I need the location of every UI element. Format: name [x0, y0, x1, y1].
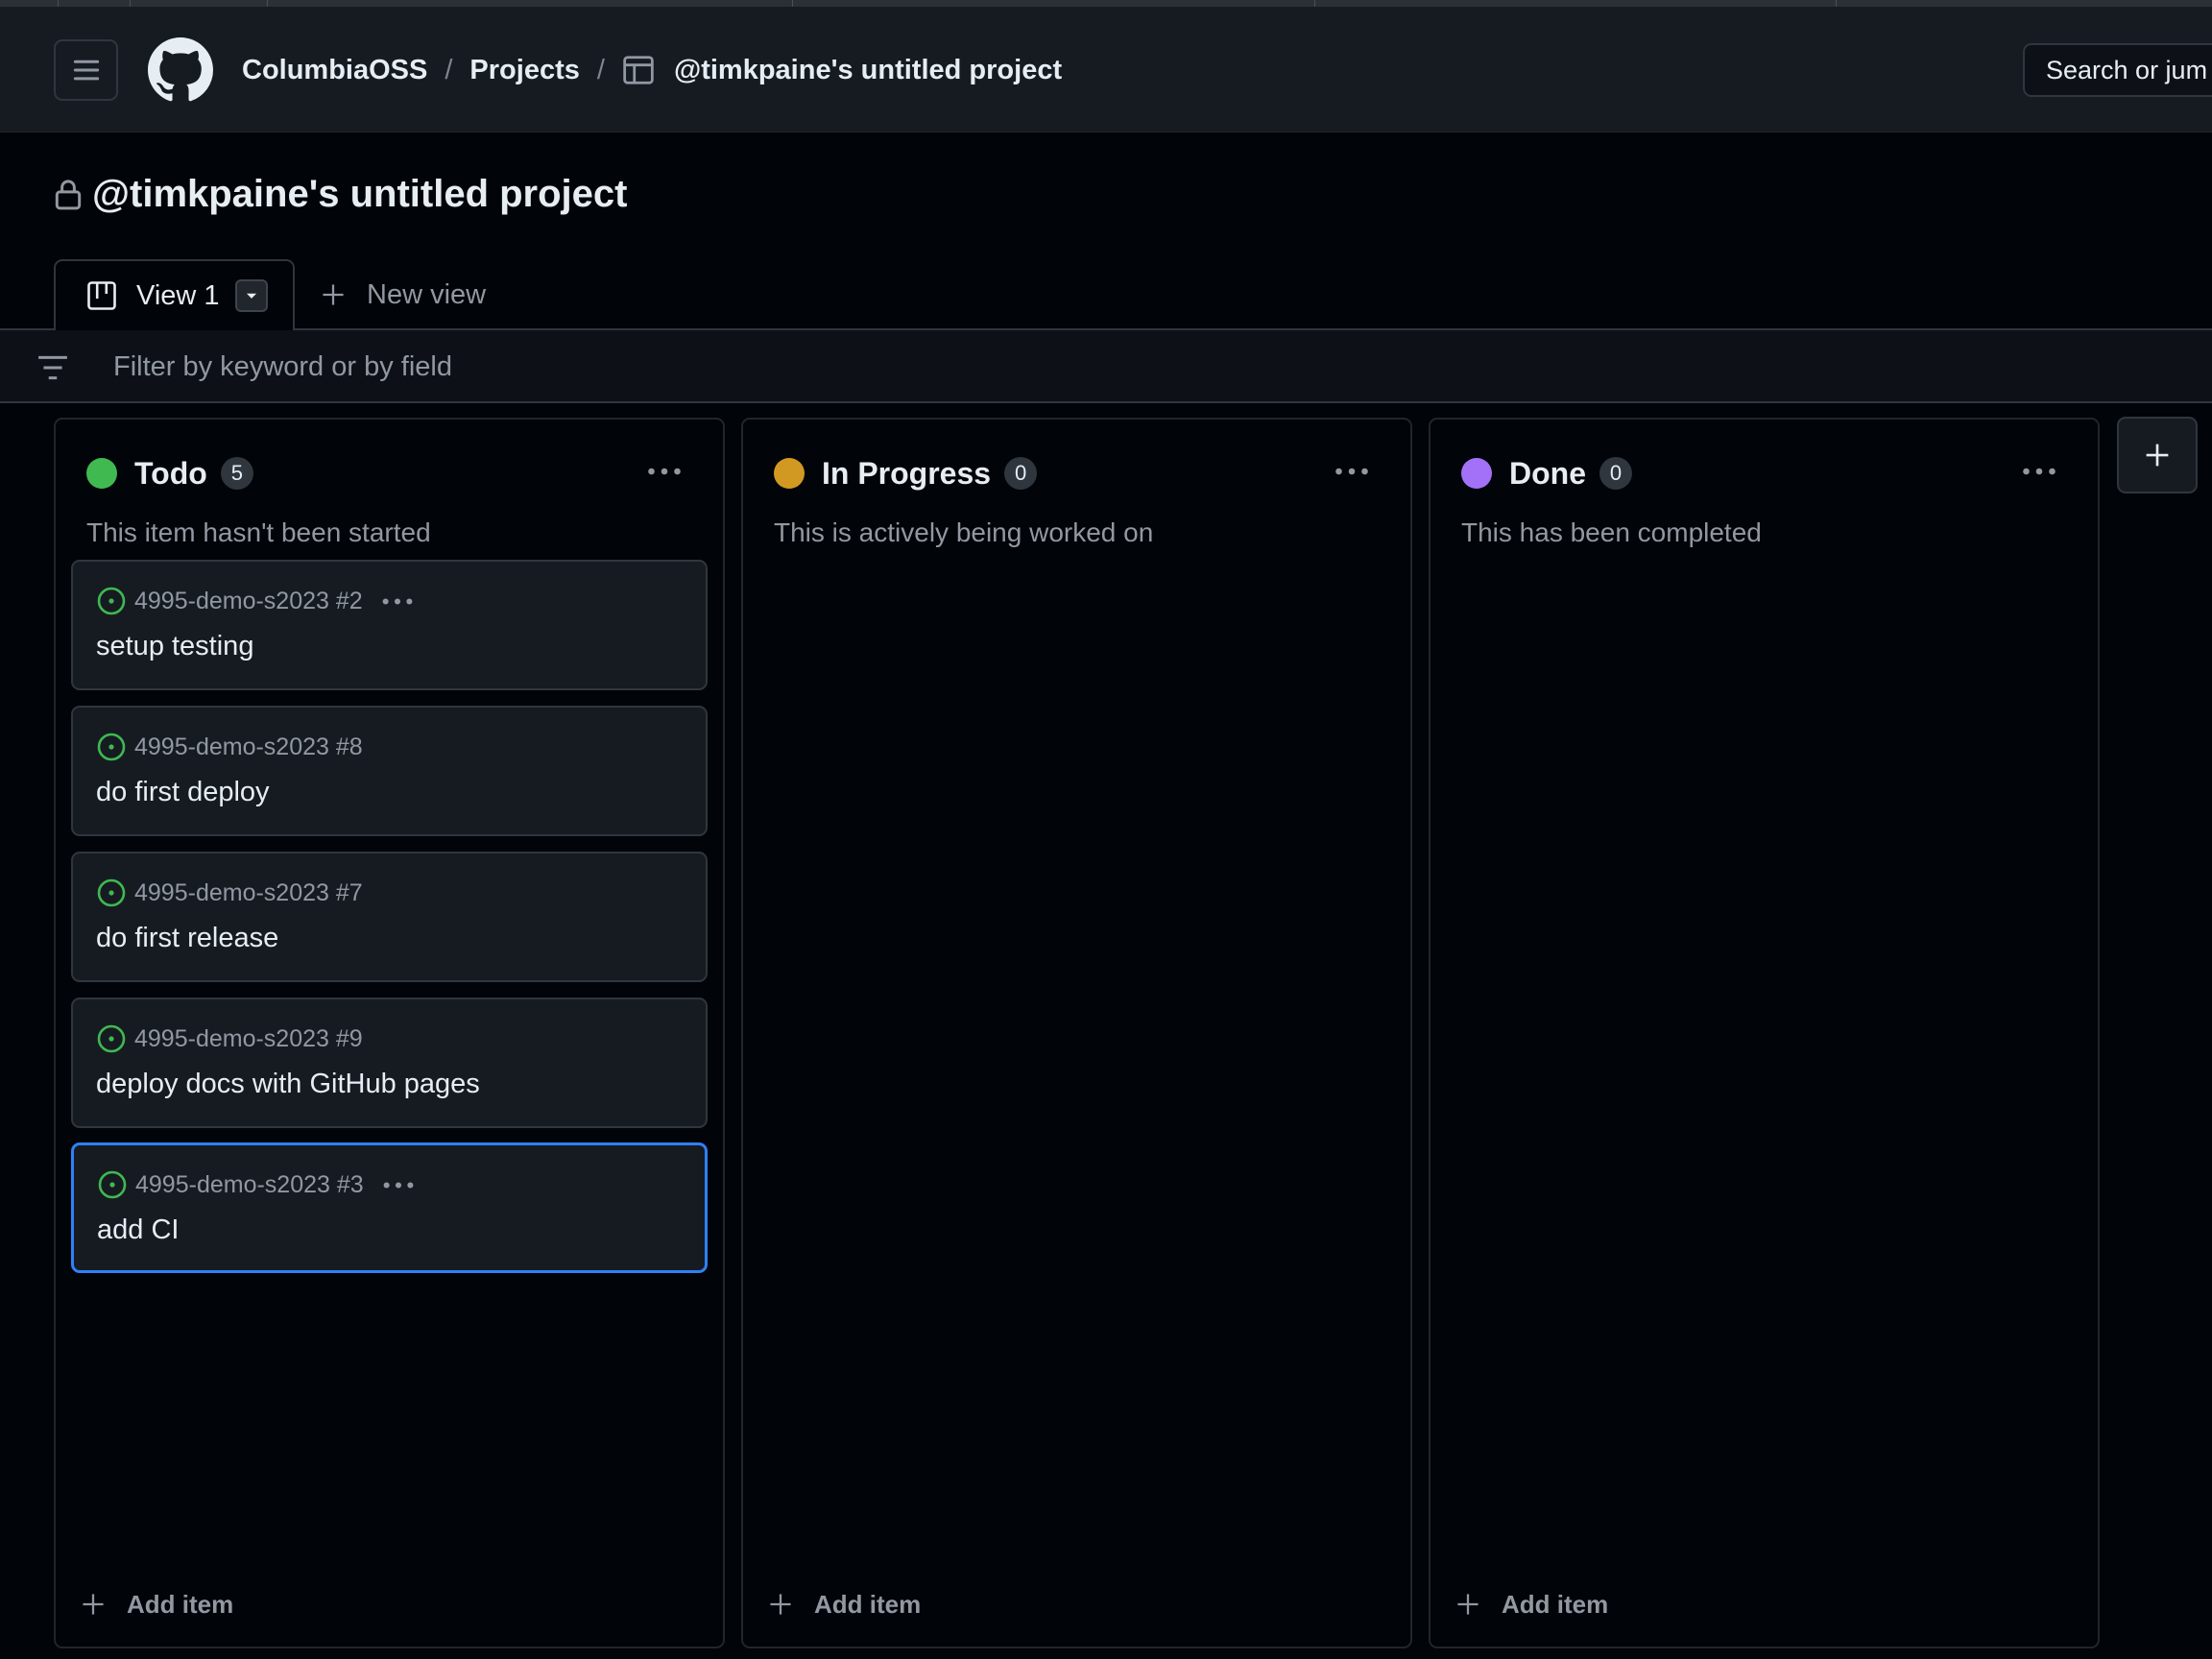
- lock-icon: [55, 180, 82, 210]
- column-description: This has been completed: [1461, 517, 1762, 547]
- project-title-text[interactable]: @timkpaine's untitled project: [92, 173, 627, 216]
- new-view-label: New view: [367, 278, 487, 310]
- search-button[interactable]: Search or jum: [2023, 43, 2212, 97]
- card-repo-ref[interactable]: 4995-demo-s2023 #3: [135, 1171, 364, 1199]
- card-title[interactable]: add CI: [97, 1214, 179, 1246]
- column-done: Done 0 This has been completed Add item: [1429, 418, 2100, 1648]
- column-name: Todo: [134, 455, 207, 491]
- column-description: This item hasn't been started: [86, 517, 431, 547]
- column-header: Done 0: [1461, 450, 1632, 496]
- issue-card[interactable]: 4995-demo-s2023 #2 setup testing: [71, 560, 708, 690]
- add-item-label: Add item: [127, 1589, 234, 1619]
- add-item-button[interactable]: Add item: [1455, 1583, 1608, 1625]
- column-menu-button[interactable]: [2015, 452, 2063, 491]
- view-options-button[interactable]: [234, 279, 268, 312]
- breadcrumb-separator: /: [445, 54, 453, 85]
- menu-button[interactable]: [54, 39, 118, 101]
- issue-open-icon: [97, 733, 126, 761]
- filter-input[interactable]: [111, 344, 1839, 390]
- new-view-button[interactable]: New view: [321, 274, 486, 316]
- caret-down-icon: [246, 293, 256, 299]
- card-meta: 4995-demo-s2023 #7: [96, 877, 363, 909]
- column-name: In Progress: [822, 455, 992, 491]
- kebab-horizontal-icon: [648, 468, 681, 475]
- breadcrumb-org-link[interactable]: ColumbiaOSS: [242, 55, 427, 86]
- column-count-badge: 0: [1004, 457, 1038, 490]
- column-name: Done: [1509, 455, 1586, 491]
- card-repo-ref[interactable]: 4995-demo-s2023 #2: [134, 588, 363, 615]
- plus-icon: [1457, 1594, 1479, 1615]
- tab-divider: [58, 0, 59, 7]
- issue-open-icon: [98, 1170, 127, 1199]
- tab-view-1-label: View 1: [136, 279, 220, 311]
- status-dot-icon: [86, 458, 117, 489]
- card-meta: 4995-demo-s2023 #8: [96, 731, 363, 763]
- breadcrumb-projects-link[interactable]: Projects: [469, 55, 579, 86]
- global-header: ColumbiaOSS / Projects / @timkpaine's un…: [0, 7, 2212, 132]
- issue-card-selected[interactable]: 4995-demo-s2023 #3 add CI: [71, 1142, 708, 1273]
- hamburger-icon: [73, 60, 99, 81]
- breadcrumb-separator: /: [596, 54, 605, 85]
- plus-icon: [323, 284, 344, 305]
- card-repo-ref[interactable]: 4995-demo-s2023 #7: [134, 879, 363, 907]
- tab-divider: [1314, 0, 1315, 7]
- add-item-label: Add item: [1502, 1589, 1609, 1619]
- card-menu-button[interactable]: [378, 587, 417, 615]
- plus-icon: [770, 1594, 791, 1615]
- issue-card[interactable]: 4995-demo-s2023 #8 do first deploy: [71, 706, 708, 836]
- issue-open-icon: [97, 1024, 126, 1053]
- kebab-horizontal-icon: [382, 597, 413, 605]
- tab-divider: [267, 0, 268, 7]
- column-header: Todo 5: [86, 450, 253, 496]
- column-header: In Progress 0: [774, 450, 1038, 496]
- card-repo-ref[interactable]: 4995-demo-s2023 #8: [134, 733, 363, 761]
- column-count-badge: 0: [1599, 457, 1632, 490]
- column-in-progress: In Progress 0 This is actively being wor…: [741, 418, 1412, 1648]
- add-column-button[interactable]: [2117, 417, 2198, 493]
- column-todo: Todo 5 This item hasn't been started 499…: [54, 418, 725, 1648]
- tab-divider: [792, 0, 793, 7]
- filter-bar: [0, 328, 2212, 403]
- status-dot-icon: [1461, 458, 1492, 489]
- tab-divider: [130, 0, 131, 7]
- kebab-horizontal-icon: [1335, 468, 1368, 475]
- card-title[interactable]: do first release: [96, 923, 278, 954]
- column-menu-button[interactable]: [640, 452, 688, 491]
- card-meta: 4995-demo-s2023 #9: [96, 1022, 363, 1055]
- board-icon: [87, 281, 116, 310]
- page-title: @timkpaine's untitled project: [54, 165, 627, 223]
- card-title[interactable]: deploy docs with GitHub pages: [96, 1069, 480, 1100]
- card-title[interactable]: do first deploy: [96, 777, 270, 808]
- add-item-button[interactable]: Add item: [768, 1583, 921, 1625]
- filter-icon[interactable]: [36, 353, 69, 382]
- tab-view-1[interactable]: View 1: [54, 259, 295, 330]
- issue-card[interactable]: 4995-demo-s2023 #9 deploy docs with GitH…: [71, 998, 708, 1128]
- card-meta: 4995-demo-s2023 #2: [96, 585, 417, 617]
- plus-icon: [83, 1594, 104, 1615]
- table-icon: [623, 56, 654, 84]
- kebab-horizontal-icon: [383, 1181, 414, 1189]
- plus-icon: [2146, 444, 2169, 467]
- tab-divider: [1836, 0, 1837, 7]
- card-meta: 4995-demo-s2023 #3: [97, 1168, 418, 1201]
- column-count-badge: 5: [220, 457, 253, 490]
- github-logo-icon[interactable]: [148, 37, 213, 103]
- issue-open-icon: [97, 878, 126, 907]
- browser-tab-strip: [0, 0, 2212, 7]
- add-item-button[interactable]: Add item: [81, 1583, 233, 1625]
- column-description: This is actively being worked on: [774, 517, 1154, 547]
- kebab-horizontal-icon: [2023, 468, 2056, 475]
- breadcrumb-project-link[interactable]: @timkpaine's untitled project: [674, 55, 1062, 86]
- add-item-label: Add item: [814, 1589, 922, 1619]
- card-title[interactable]: setup testing: [96, 631, 253, 662]
- card-repo-ref[interactable]: 4995-demo-s2023 #9: [134, 1025, 363, 1053]
- status-dot-icon: [774, 458, 805, 489]
- card-menu-button[interactable]: [379, 1170, 418, 1199]
- issue-open-icon: [97, 587, 126, 615]
- issue-card[interactable]: 4995-demo-s2023 #7 do first release: [71, 852, 708, 982]
- column-menu-button[interactable]: [1328, 452, 1376, 491]
- breadcrumb: ColumbiaOSS / Projects / @timkpaine's un…: [242, 45, 1062, 95]
